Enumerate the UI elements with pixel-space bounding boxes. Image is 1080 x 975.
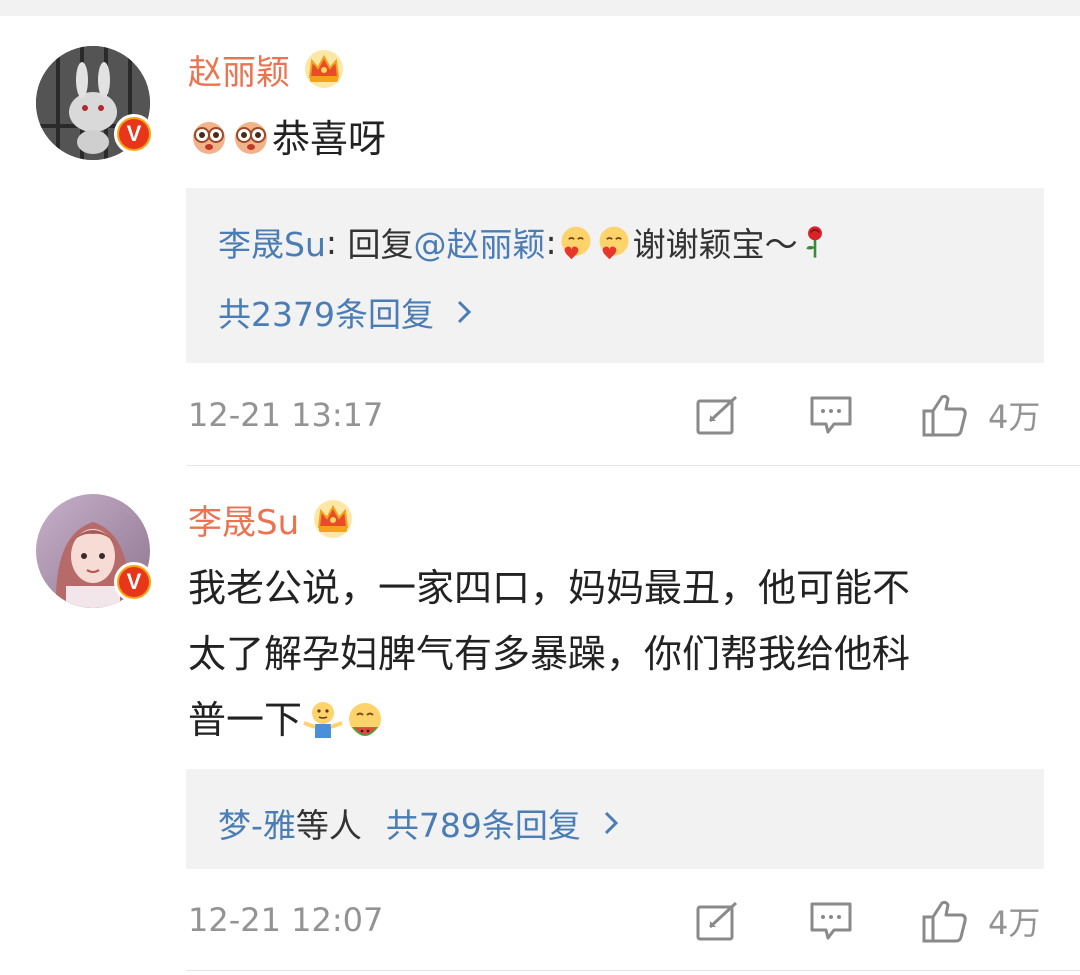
- comment-timestamp: 12-21 13:17: [188, 396, 384, 434]
- comment-text-line: 普一下: [188, 698, 303, 742]
- reply-mention-colon: :: [545, 222, 557, 262]
- verified-v-badge: V: [114, 114, 154, 154]
- reply-preview-box[interactable]: 梦-雅 等人 共789条回复: [186, 769, 1044, 869]
- shrug-emoji-icon: [303, 702, 343, 738]
- comment-divider: [186, 465, 1080, 466]
- comment-author-name[interactable]: 李晟Su: [188, 495, 299, 544]
- like-button[interactable]: 4万: [922, 896, 1040, 946]
- top-separator-band: [0, 0, 1080, 16]
- chevron-right-icon: [457, 300, 472, 324]
- comment-bubble-icon: [810, 396, 852, 434]
- surprised-face-emoji-icon: [193, 122, 225, 154]
- crown-icon: [314, 500, 353, 538]
- reply-first-name[interactable]: 梦-雅: [218, 799, 296, 847]
- crown-icon: [305, 50, 343, 88]
- thumbs-up-icon: [922, 394, 967, 437]
- comment-actions: 4万: [690, 896, 1050, 946]
- reply-count-text: 共2379条回复: [218, 295, 434, 334]
- avatar[interactable]: V: [36, 494, 154, 608]
- thumbs-up-icon: [922, 900, 967, 943]
- chevron-right-icon: [604, 811, 619, 835]
- comment-bubble-icon: [810, 902, 852, 940]
- comment-button[interactable]: [810, 390, 852, 440]
- repost-button[interactable]: [696, 390, 740, 440]
- eating-watermelon-emoji-icon: [349, 703, 382, 736]
- like-count: 4万: [988, 904, 1041, 942]
- reply-preview-box[interactable]: 李晟Su : 回复 @赵丽颖 : 谢谢颖宝～ 共2379条回复: [186, 188, 1044, 363]
- like-button[interactable]: 4万: [922, 390, 1040, 440]
- reply-mention-link[interactable]: @赵丽颖: [414, 218, 546, 266]
- comment-text-line: 我老公说，一家四口，妈妈最丑，他可能不: [188, 566, 911, 610]
- rose-icon: [805, 226, 822, 258]
- comment-text-line-last: 普一下: [188, 687, 1048, 753]
- surprised-face-emoji-icon: [235, 122, 267, 154]
- comment-text-line: 太了解孕妇脾气有多暴躁，你们帮我给他科: [188, 632, 911, 676]
- avatar[interactable]: V: [36, 46, 154, 160]
- reply-text: 谢谢颖宝～: [632, 225, 798, 264]
- comment-author-row: 李晟Su: [188, 495, 355, 544]
- comment-author-row: 赵丽颖: [188, 45, 346, 94]
- reply-preview-line: 李晟Su : 回复 @赵丽颖 : 谢谢颖宝～: [218, 218, 828, 266]
- comment-actions: 4万: [690, 390, 1050, 440]
- blushing-face-emoji-icon: [561, 226, 591, 260]
- repost-button[interactable]: [696, 896, 740, 946]
- comment-divider: [186, 970, 1080, 971]
- verified-v-badge: V: [114, 562, 154, 602]
- reply-others: 等人: [295, 806, 362, 845]
- comment-text-content: 恭喜呀: [272, 117, 387, 161]
- comment-text: 恭喜呀: [188, 106, 1048, 172]
- comment-author-name[interactable]: 赵丽颖: [188, 45, 290, 94]
- reply-count-link[interactable]: 共2379条回复: [218, 288, 472, 336]
- reply-count-text: 共789条回复: [385, 806, 581, 845]
- repost-edit-icon: [696, 395, 738, 435]
- blushing-face-emoji-icon: [599, 226, 629, 260]
- like-count: 4万: [988, 398, 1041, 436]
- reply-author-link[interactable]: 李晟Su: [218, 218, 326, 266]
- repost-edit-icon: [696, 901, 738, 941]
- reply-word: 回复: [337, 225, 414, 264]
- reply-colon: :: [325, 222, 337, 262]
- comment-text: 我老公说，一家四口，妈妈最丑，他可能不 太了解孕妇脾气有多暴躁，你们帮我给他科 …: [188, 555, 1048, 753]
- reply-count-link[interactable]: 梦-雅 等人 共789条回复: [218, 799, 619, 847]
- comment-timestamp: 12-21 12:07: [188, 901, 384, 939]
- comment-button[interactable]: [810, 896, 852, 946]
